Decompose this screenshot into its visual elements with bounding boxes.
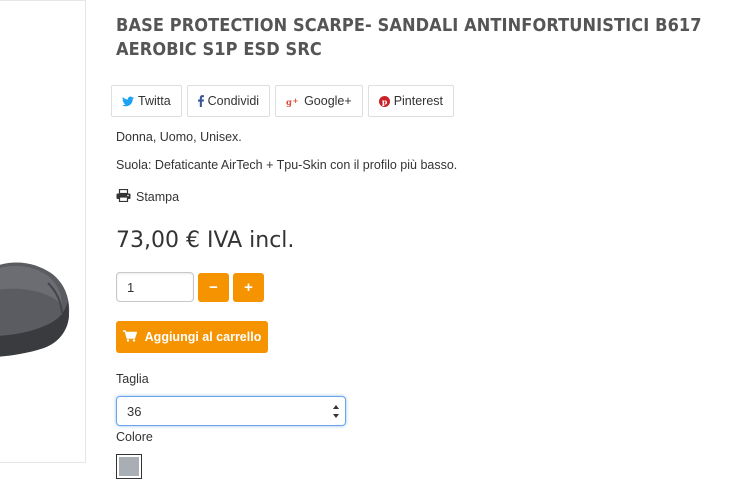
add-to-cart-label: Aggiungi al carrello bbox=[144, 330, 262, 344]
add-to-cart-button[interactable]: Aggiungi al carrello bbox=[116, 321, 268, 353]
size-selected-value: 36 bbox=[127, 403, 142, 419]
color-swatch-fill bbox=[119, 457, 139, 476]
quantity-input[interactable] bbox=[116, 272, 194, 302]
quantity-increase-button[interactable]: + bbox=[233, 272, 264, 302]
facebook-share-label: Condividi bbox=[207, 94, 260, 108]
color-swatch[interactable] bbox=[116, 454, 142, 479]
color-label: Colore bbox=[116, 430, 153, 444]
select-arrows-icon bbox=[332, 403, 340, 420]
product-sole-text: Suola: Defaticante AirTech + Tpu-Skin co… bbox=[116, 158, 458, 172]
twitter-icon bbox=[122, 96, 134, 107]
product-price: 73,00 € IVA incl. bbox=[116, 228, 295, 253]
quantity-stepper: − + bbox=[116, 272, 264, 302]
pinterest-share-button[interactable]: p Pinterest bbox=[367, 85, 455, 117]
social-share-bar: Twitta Condividi g + Google+ p Pinterest bbox=[111, 85, 455, 117]
googleplus-icon: g + bbox=[286, 96, 300, 107]
svg-text:p: p bbox=[382, 97, 388, 106]
svg-text:g: g bbox=[286, 98, 292, 107]
quantity-decrease-button[interactable]: − bbox=[198, 272, 229, 302]
facebook-icon bbox=[197, 95, 204, 107]
plus-icon: + bbox=[244, 278, 253, 296]
twitter-share-button[interactable]: Twitta bbox=[111, 85, 182, 117]
product-title: BASE PROTECTION SCARPE- SANDALI ANTINFOR… bbox=[116, 15, 702, 60]
size-select[interactable]: 36 bbox=[116, 396, 346, 426]
print-label: Stampa bbox=[136, 190, 180, 204]
print-link[interactable]: Stampa bbox=[116, 188, 180, 205]
printer-icon bbox=[116, 188, 131, 205]
googleplus-share-label: Google+ bbox=[304, 94, 352, 108]
pinterest-icon: p bbox=[378, 95, 390, 107]
minus-icon: − bbox=[209, 278, 218, 296]
shoe-image bbox=[0, 262, 70, 357]
googleplus-share-button[interactable]: g + Google+ bbox=[275, 85, 363, 117]
svg-text:+: + bbox=[293, 97, 299, 105]
size-label: Taglia bbox=[116, 372, 149, 386]
pinterest-share-label: Pinterest bbox=[393, 94, 444, 108]
product-image[interactable] bbox=[0, 0, 86, 463]
product-gender-text: Donna, Uomo, Unisex. bbox=[116, 130, 242, 144]
facebook-share-button[interactable]: Condividi bbox=[186, 85, 271, 117]
cart-icon bbox=[122, 329, 137, 345]
twitter-share-label: Twitta bbox=[138, 94, 171, 108]
